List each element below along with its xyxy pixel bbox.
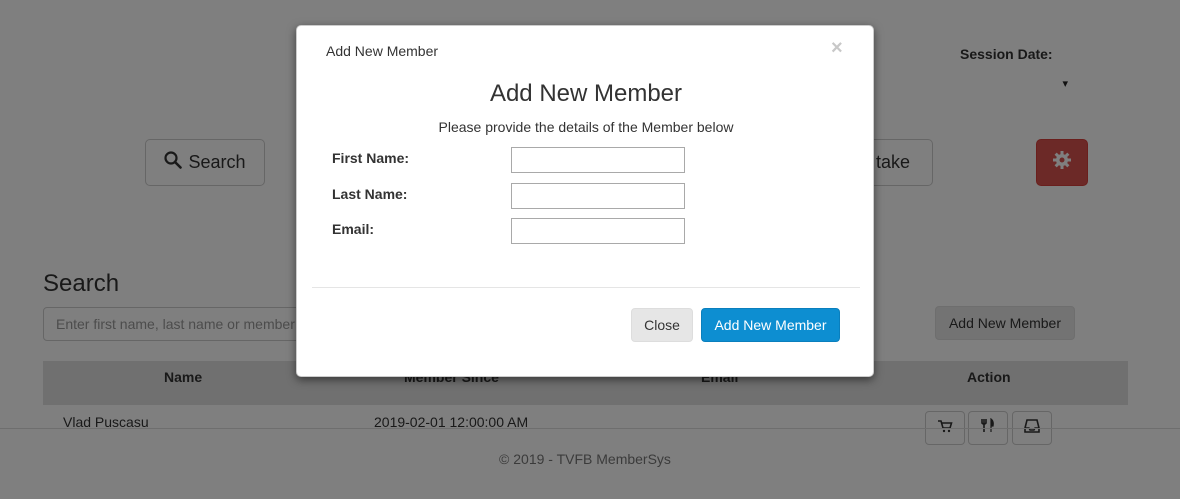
- submit-add-member-button[interactable]: Add New Member: [701, 308, 840, 342]
- modal-title: Add New Member: [326, 43, 439, 59]
- close-button[interactable]: Close: [631, 308, 693, 342]
- last-name-field[interactable]: [511, 183, 685, 209]
- close-icon[interactable]: ×: [831, 38, 843, 58]
- modal-footer-divider: [312, 287, 860, 288]
- email-field[interactable]: [511, 218, 685, 244]
- add-member-modal: Add New Member × Add New Member Please p…: [296, 25, 874, 377]
- last-name-label: Last Name:: [332, 186, 408, 202]
- modal-subtitle: Please provide the details of the Member…: [438, 119, 734, 135]
- modal-heading: Add New Member: [489, 80, 683, 107]
- first-name-label: First Name:: [332, 150, 410, 166]
- email-label: Email:: [332, 221, 375, 237]
- first-name-field[interactable]: [511, 147, 685, 173]
